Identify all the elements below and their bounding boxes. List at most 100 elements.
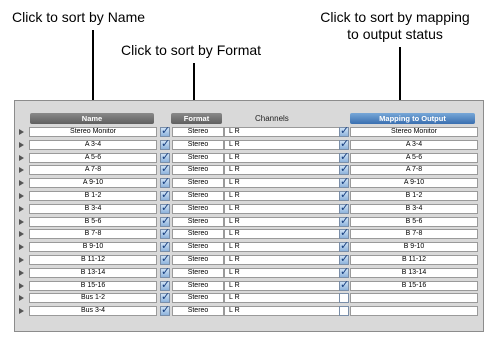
mapping-cell: B 9-10 [350, 242, 478, 253]
path-name-field[interactable]: B 9-10 [29, 242, 157, 253]
mapping-checkbox[interactable] [339, 189, 349, 201]
table-row[interactable]: B 5-6 StereoL R B 5-6 [17, 215, 481, 229]
expand-triangle-icon[interactable] [19, 205, 24, 212]
expand-triangle-icon[interactable] [19, 256, 24, 263]
table-row[interactable]: Bus 1-2 StereoL R [17, 291, 481, 305]
channels-header: Channels [255, 114, 289, 123]
format-cell: Stereo [172, 242, 224, 253]
path-name-field[interactable]: B 7-8 [29, 229, 157, 240]
mapping-checkbox[interactable] [339, 240, 349, 253]
expand-triangle-icon[interactable] [19, 192, 24, 199]
mapping-cell: B 5-6 [350, 216, 478, 227]
mapping-checkbox[interactable] [339, 215, 349, 227]
active-checkbox[interactable] [160, 189, 170, 201]
active-checkbox[interactable] [160, 291, 170, 304]
active-checkbox[interactable] [160, 151, 170, 163]
format-cell: Stereo [172, 280, 224, 291]
table-row[interactable]: B 11-12 StereoL R B 11-12 [17, 253, 481, 267]
expand-triangle-icon[interactable] [19, 154, 24, 161]
sort-by-format-button[interactable]: Format [171, 113, 222, 124]
path-name-field[interactable]: B 1-2 [29, 190, 157, 201]
channels-cell: L R [224, 254, 344, 265]
mapping-checkbox[interactable] [339, 176, 349, 189]
path-name-field[interactable]: B 5-6 [29, 216, 157, 227]
active-checkbox[interactable] [160, 304, 170, 317]
active-checkbox[interactable] [160, 279, 170, 291]
active-checkbox[interactable] [160, 253, 170, 265]
table-row[interactable]: B 3-4 StereoL R B 3-4 [17, 202, 481, 216]
mapping-checkbox[interactable] [339, 151, 349, 163]
active-checkbox[interactable] [160, 163, 170, 176]
path-name-field[interactable]: B 3-4 [29, 203, 157, 214]
table-row[interactable]: B 9-10 StereoL R B 9-10 [17, 240, 481, 254]
active-checkbox[interactable] [160, 240, 170, 253]
expand-triangle-icon[interactable] [19, 141, 24, 148]
path-name-field[interactable]: A 9-10 [29, 178, 157, 189]
table-row[interactable]: B 7-8 StereoL R B 7-8 [17, 227, 481, 241]
mapping-checkbox[interactable] [339, 306, 349, 317]
mapping-checkbox[interactable] [339, 202, 349, 214]
active-checkbox[interactable] [160, 125, 170, 137]
mapping-checkbox[interactable] [339, 279, 349, 291]
format-cell: Stereo [172, 178, 224, 189]
mapping-cell [350, 293, 478, 304]
active-checkbox[interactable] [160, 227, 170, 240]
mapping-checkbox[interactable] [339, 293, 349, 304]
mapping-cell: B 1-2 [350, 190, 478, 201]
table-row[interactable]: B 1-2 StereoL R B 1-2 [17, 189, 481, 203]
path-name-field[interactable]: Stereo Monitor [29, 127, 157, 137]
format-cell: Stereo [172, 203, 224, 214]
active-checkbox[interactable] [160, 266, 170, 278]
table-row[interactable]: B 13-14 StereoL R B 13-14 [17, 266, 481, 280]
path-name-field[interactable]: A 7-8 [29, 165, 157, 176]
expand-triangle-icon[interactable] [19, 282, 24, 289]
table-row[interactable]: A 5-6 StereoL R A 5-6 [17, 151, 481, 165]
channels-cell: L R [224, 152, 344, 163]
mapping-checkbox[interactable] [339, 266, 349, 278]
path-name-field[interactable]: A 3-4 [29, 139, 157, 150]
mapping-cell: B 7-8 [350, 229, 478, 240]
path-name-field[interactable]: B 15-16 [29, 280, 157, 291]
expand-triangle-icon[interactable] [19, 231, 24, 238]
mapping-checkbox[interactable] [339, 253, 349, 265]
channels-cell: L R [224, 267, 344, 278]
mapping-checkbox[interactable] [339, 227, 349, 240]
format-cell: Stereo [172, 267, 224, 278]
expand-triangle-icon[interactable] [19, 295, 24, 302]
table-row[interactable]: A 7-8 StereoL R A 7-8 [17, 163, 481, 177]
expand-triangle-icon[interactable] [19, 244, 24, 251]
mapping-checkbox[interactable] [339, 163, 349, 176]
table-row[interactable]: B 15-16 StereoL R B 15-16 [17, 279, 481, 293]
table-row[interactable]: Bus 3-4 StereoL R [17, 304, 481, 318]
table-row[interactable]: A 3-4 StereoL R A 3-4 [17, 138, 481, 152]
path-name-field[interactable]: Bus 1-2 [29, 293, 157, 304]
active-checkbox[interactable] [160, 176, 170, 189]
expand-triangle-icon[interactable] [19, 180, 24, 187]
table-row[interactable]: A 9-10 StereoL R A 9-10 [17, 176, 481, 190]
output-mapping-panel: Name Format Channels Mapping to Output S… [14, 100, 484, 332]
channels-cell: L R [224, 190, 344, 201]
path-name-field[interactable]: A 5-6 [29, 152, 157, 163]
format-cell: Stereo [172, 306, 224, 317]
active-checkbox[interactable] [160, 202, 170, 214]
expand-triangle-icon[interactable] [19, 308, 24, 315]
path-name-field[interactable]: Bus 3-4 [29, 306, 157, 317]
expand-triangle-icon[interactable] [19, 167, 24, 174]
mapping-checkbox[interactable] [339, 138, 349, 150]
expand-triangle-icon[interactable] [19, 129, 24, 135]
format-cell: Stereo [172, 127, 224, 137]
mapping-checkbox[interactable] [339, 125, 349, 137]
table-row[interactable]: Stereo Monitor StereoL R Stereo Monitor [17, 125, 481, 139]
sort-by-name-button[interactable]: Name [30, 113, 154, 124]
path-name-field[interactable]: B 13-14 [29, 267, 157, 278]
channels-cell: L R [224, 280, 344, 291]
mapping-cell: B 3-4 [350, 203, 478, 214]
format-cell: Stereo [172, 216, 224, 227]
active-checkbox[interactable] [160, 138, 170, 150]
expand-triangle-icon[interactable] [19, 269, 24, 276]
path-name-field[interactable]: B 11-12 [29, 254, 157, 265]
callout-sort-by-format: Click to sort by Format [121, 42, 262, 58]
expand-triangle-icon[interactable] [19, 218, 24, 225]
active-checkbox[interactable] [160, 215, 170, 227]
sort-by-mapping-button[interactable]: Mapping to Output [350, 113, 475, 124]
